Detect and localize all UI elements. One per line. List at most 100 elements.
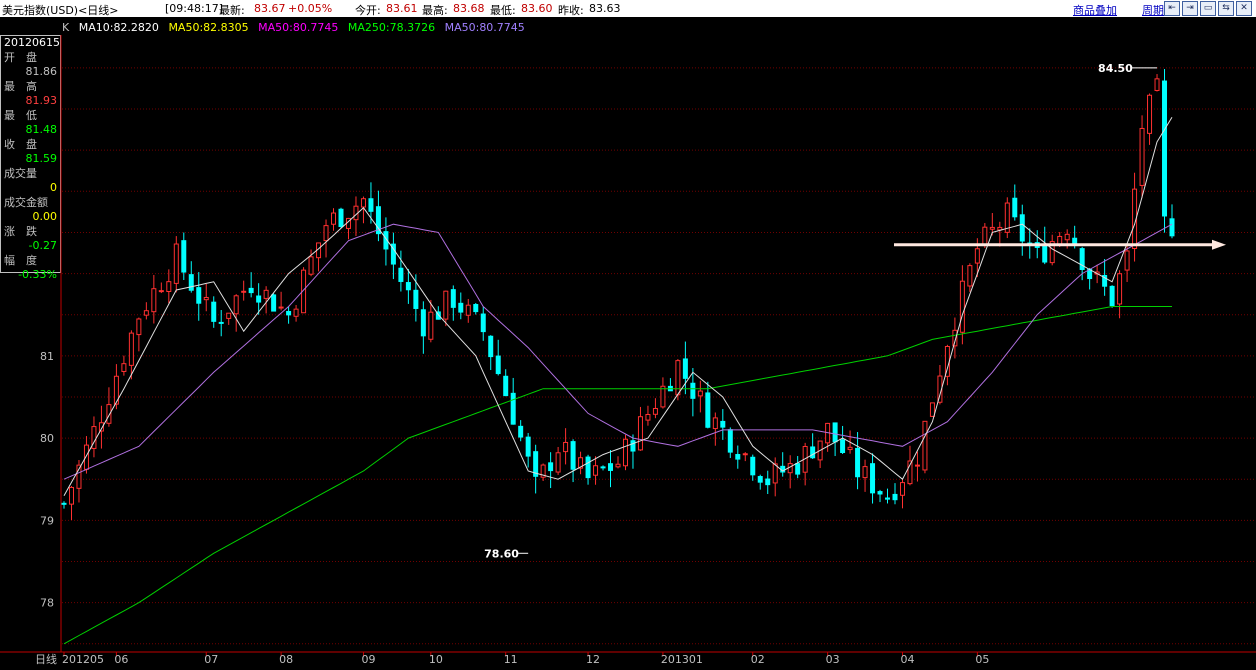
candle bbox=[211, 296, 217, 328]
candle bbox=[810, 433, 816, 459]
candle bbox=[1132, 172, 1138, 262]
period-link[interactable]: 周期 bbox=[1142, 2, 1164, 18]
candle bbox=[226, 312, 232, 325]
candle bbox=[1057, 232, 1063, 248]
restore-icon[interactable]: ▭ bbox=[1200, 1, 1216, 16]
candle bbox=[106, 387, 112, 427]
candle bbox=[308, 249, 314, 277]
candle bbox=[525, 432, 531, 468]
y-axis-ticks: 78 79 80 81 bbox=[40, 350, 54, 610]
candle bbox=[1042, 226, 1048, 265]
candle bbox=[967, 263, 973, 292]
candle bbox=[652, 398, 658, 419]
info-date: 20120615 bbox=[4, 36, 60, 49]
info-label: 涨 跌 bbox=[4, 224, 37, 238]
candle bbox=[301, 267, 307, 314]
candle bbox=[323, 219, 329, 258]
candle bbox=[278, 291, 284, 311]
candle bbox=[518, 420, 524, 442]
candle bbox=[458, 292, 464, 320]
candle bbox=[143, 302, 149, 320]
candle bbox=[548, 452, 554, 489]
candle bbox=[68, 486, 74, 521]
info-value: -0.27 bbox=[28, 239, 57, 252]
candle bbox=[353, 196, 359, 237]
prev-close-label: 昨收: bbox=[558, 4, 584, 17]
candle bbox=[1004, 197, 1010, 239]
candle bbox=[61, 501, 67, 509]
info-value: 81.48 bbox=[25, 123, 58, 136]
candle bbox=[503, 369, 509, 397]
overlay-commodity-link[interactable]: 商品叠加 bbox=[1073, 2, 1117, 18]
info-label: 幅 度 bbox=[4, 253, 37, 267]
candle bbox=[405, 268, 411, 304]
scroll-left-icon[interactable]: ⇤ bbox=[1164, 1, 1180, 16]
info-label: 收 盘 bbox=[4, 137, 37, 151]
x-tick-label: 09 bbox=[361, 653, 375, 666]
candle bbox=[885, 488, 891, 504]
candle bbox=[181, 232, 187, 280]
candle bbox=[338, 207, 344, 228]
ma50-yellow-legend: MA50:82.8305 bbox=[168, 21, 249, 34]
candle bbox=[360, 196, 366, 224]
candle bbox=[720, 409, 726, 440]
candle bbox=[1087, 267, 1093, 290]
candle bbox=[952, 317, 958, 359]
info-value: 0 bbox=[50, 181, 57, 194]
candle bbox=[907, 445, 913, 486]
candle bbox=[974, 238, 980, 278]
x-tick-label: 03 bbox=[826, 653, 840, 666]
candle bbox=[286, 306, 292, 324]
candle bbox=[203, 283, 209, 312]
candle bbox=[1072, 225, 1078, 249]
candle bbox=[1154, 74, 1160, 92]
info-label: 最 高 bbox=[4, 79, 37, 93]
candle bbox=[780, 452, 786, 477]
candle bbox=[765, 470, 771, 494]
candle bbox=[256, 283, 262, 315]
scroll-right-icon[interactable]: ⇥ bbox=[1182, 1, 1198, 16]
candle bbox=[1162, 69, 1168, 233]
x-tick-label: 10 bbox=[429, 653, 443, 666]
candle bbox=[218, 309, 224, 337]
candle bbox=[989, 213, 995, 236]
candle bbox=[540, 463, 546, 482]
open-value: 83.61 bbox=[386, 2, 418, 15]
candle bbox=[271, 293, 277, 312]
candlestick-chart[interactable]: 78 79 80 81 201205 06 07 08 09 10 11 12 201301 02 03 0… bbox=[0, 0, 1256, 670]
close-icon[interactable]: ✕ bbox=[1236, 1, 1252, 16]
candle bbox=[690, 368, 696, 417]
ma50-purple-legend: MA50:80.7745 bbox=[444, 21, 525, 34]
latest-label: 最新: bbox=[219, 4, 245, 17]
candle bbox=[772, 457, 778, 497]
open-label: 今开: bbox=[355, 4, 381, 17]
prev-close-value: 83.63 bbox=[589, 2, 621, 15]
candle bbox=[750, 454, 756, 481]
ma250-legend: MA250:78.3726 bbox=[347, 21, 436, 34]
candle bbox=[1064, 229, 1070, 249]
candle bbox=[173, 236, 179, 293]
info-value: -0.33% bbox=[18, 268, 57, 281]
annotations: 84.50 78.60 bbox=[484, 62, 1158, 560]
candle bbox=[570, 439, 576, 483]
swap-icon[interactable]: ⇆ bbox=[1218, 1, 1234, 16]
title-bar: 美元指数(USD)<日线> [09:48:17] 最新: 83.67 +0.05… bbox=[0, 0, 1256, 17]
candle bbox=[997, 221, 1003, 247]
candle bbox=[1019, 204, 1025, 256]
candle bbox=[1049, 234, 1055, 266]
candle bbox=[802, 442, 808, 486]
candle bbox=[622, 434, 628, 471]
low-value: 83.60 bbox=[521, 2, 553, 15]
y-tick-label: 80 bbox=[40, 432, 54, 445]
y-tick-label: 79 bbox=[40, 514, 54, 527]
candle bbox=[375, 190, 381, 242]
high-annotation: 84.50 bbox=[1098, 62, 1133, 75]
candle bbox=[390, 232, 396, 280]
candle bbox=[1169, 204, 1175, 239]
candle bbox=[982, 223, 988, 249]
x-axis-ticks: 201205 06 07 08 09 10 11 12 201301 02 03 04 05 bbox=[62, 652, 989, 666]
candle bbox=[922, 420, 928, 474]
candle bbox=[832, 422, 838, 457]
candle bbox=[480, 306, 486, 341]
candle bbox=[899, 478, 905, 509]
